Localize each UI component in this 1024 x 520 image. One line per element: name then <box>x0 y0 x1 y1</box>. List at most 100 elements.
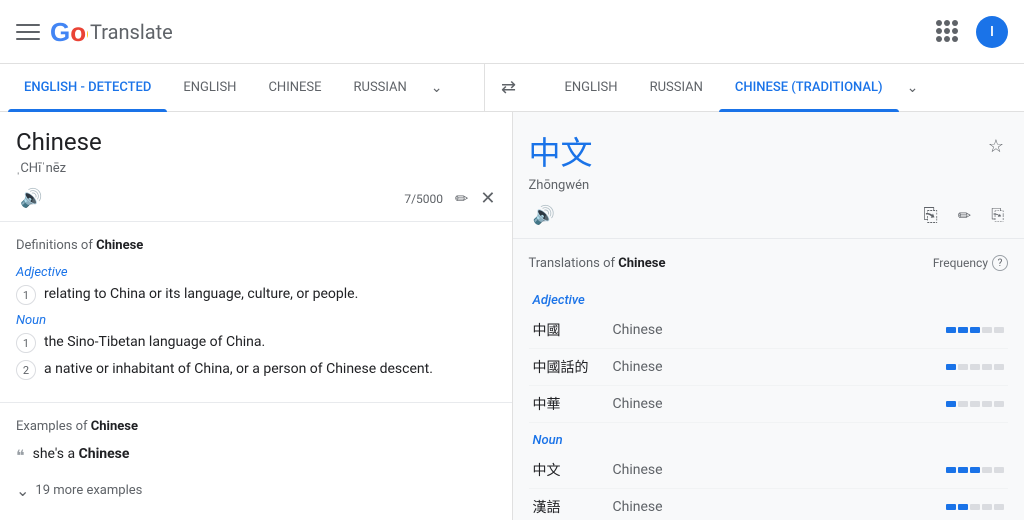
translation-row-zhonghua: 中華 Chinese <box>529 386 1009 423</box>
edit-input-button[interactable]: ✏ <box>451 185 472 213</box>
translation-en-1: Chinese <box>609 312 943 349</box>
tab-english-source[interactable]: ENGLISH <box>167 64 252 112</box>
target-speaker-button[interactable]: 🔊 <box>529 201 559 230</box>
freq-bar <box>946 504 956 510</box>
tab-english-target[interactable]: ENGLISH <box>549 64 634 112</box>
freq-bar-group-5 <box>946 504 1004 510</box>
translation-row-zhongguohuade: 中國話的 Chinese <box>529 349 1009 386</box>
swap-languages-button[interactable]: ⇄ <box>485 77 533 98</box>
freq-bar <box>958 364 968 370</box>
translations-header: Translations of Chinese Frequency ? <box>529 255 1009 271</box>
copy-button[interactable]: ⎘ <box>919 201 941 230</box>
target-phonetic: Zhōngwén <box>529 178 593 193</box>
source-speaker-button[interactable]: 🔊 <box>16 184 46 213</box>
tab-russian-target[interactable]: RUSSIAN <box>634 64 719 112</box>
freq-bar <box>958 327 968 333</box>
examples-title: Examples of Chinese <box>16 419 496 434</box>
target-language-tabs: ENGLISH RUSSIAN CHINESE (TRADITIONAL) ⌄ <box>533 64 1024 112</box>
noun-pos-row: Noun <box>529 423 1009 453</box>
def-text-2: the Sino-Tibetan language of China. <box>44 332 265 353</box>
grid-dot <box>944 20 950 26</box>
tab-english-detected[interactable]: ENGLISH - DETECTED <box>8 64 167 112</box>
translation-en-3: Chinese <box>609 386 943 423</box>
quote-icon: ❝ <box>16 446 25 465</box>
translation-en-5: Chinese <box>609 489 943 520</box>
noun-label: Noun <box>16 313 496 328</box>
frequency-info-icon[interactable]: ? <box>992 255 1008 271</box>
freq-bar <box>982 327 992 333</box>
freq-bar <box>946 327 956 333</box>
grid-dot <box>936 20 942 26</box>
freq-bar <box>970 364 980 370</box>
freq-bar <box>970 467 980 473</box>
freq-bars-1 <box>942 312 1008 349</box>
target-more-languages-button[interactable]: ⌄ <box>899 80 927 96</box>
freq-bar <box>946 401 956 407</box>
copy-icon: ⎘ <box>923 205 937 226</box>
translation-zh-1: 中國 <box>529 312 609 349</box>
share-button[interactable]: ⎘ <box>987 203 1008 229</box>
translation-zh-5: 漢語 <box>529 489 609 520</box>
star-favorite-button[interactable]: ☆ <box>984 132 1008 161</box>
source-phonetic: ˌCHīˈnēz <box>16 160 496 176</box>
freq-bars-2 <box>942 349 1008 386</box>
freq-bar <box>994 401 1004 407</box>
input-area: Chinese ˌCHīˈnēz 🔊 7/5000 ✏ ✕ <box>0 112 512 222</box>
clear-input-button[interactable]: ✕ <box>480 188 495 209</box>
adjective-def-1: 1 relating to China or its language, cul… <box>16 284 496 305</box>
pencil-icon: ✏ <box>455 189 468 209</box>
grid-dot <box>952 20 958 26</box>
freq-bar <box>994 364 1004 370</box>
speaker-icon: 🔊 <box>20 188 42 209</box>
def-num-3: 2 <box>16 360 36 380</box>
tab-russian-source[interactable]: RUSSIAN <box>338 64 423 112</box>
source-more-languages-button[interactable]: ⌄ <box>423 80 451 96</box>
noun-translations-label: Noun <box>529 423 1009 453</box>
freq-bar <box>994 327 1004 333</box>
noun-def-2: 2 a native or inhabitant of China, or a … <box>16 359 496 380</box>
definitions-word: Chinese <box>96 238 143 253</box>
tab-chinese-source[interactable]: CHINESE <box>252 64 337 112</box>
share-icon: ⎘ <box>991 207 1004 225</box>
freq-bars-5 <box>942 489 1008 520</box>
freq-bar <box>970 327 980 333</box>
target-panel: 中文 Zhōngwén ☆ 🔊 ⎘ ✏ <box>513 112 1024 520</box>
output-area: 中文 Zhōngwén ☆ 🔊 ⎘ ✏ <box>513 112 1024 239</box>
grid-dot <box>944 36 950 42</box>
more-examples-button[interactable]: ⌄ 19 more examples <box>16 473 496 508</box>
grid-dot <box>952 36 958 42</box>
freq-bar <box>994 504 1004 510</box>
tab-chinese-traditional-target[interactable]: CHINESE (TRADITIONAL) <box>719 64 899 112</box>
source-panel: Chinese ˌCHīˈnēz 🔊 7/5000 ✏ ✕ <box>0 112 513 520</box>
output-action-icons: ⎘ ✏ ⎘ <box>919 201 1008 230</box>
svg-text:Google: Google <box>50 17 88 47</box>
input-controls-left: 🔊 <box>16 184 46 213</box>
edit-translation-button[interactable]: ✏ <box>954 202 975 230</box>
language-tabs: ENGLISH - DETECTED ENGLISH CHINESE RUSSI… <box>0 64 1024 112</box>
examples-section: Examples of Chinese ❝ she's a Chinese ⌄ … <box>0 402 512 520</box>
adjective-pos-row: Adjective <box>529 283 1009 312</box>
noun-def-1: 1 the Sino-Tibetan language of China. <box>16 332 496 353</box>
translation-row-zhongguo: 中國 Chinese <box>529 312 1009 349</box>
example-item-1: ❝ she's a Chinese <box>16 446 496 465</box>
translation-row-zhongwen: 中文 Chinese <box>529 452 1009 489</box>
menu-icon[interactable] <box>16 20 40 44</box>
avatar[interactable]: I <box>976 16 1008 48</box>
logo: Google Translate <box>48 12 173 52</box>
translation-en-2: Chinese <box>609 349 943 386</box>
definitions-section: Definitions of Chinese Adjective 1 relat… <box>0 222 512 402</box>
apps-grid-icon[interactable] <box>936 20 960 44</box>
freq-bar <box>982 401 992 407</box>
pencil-icon-target: ✏ <box>958 206 971 226</box>
freq-bar <box>958 504 968 510</box>
header: Google Translate I <box>0 0 1024 64</box>
source-language-tabs: ENGLISH - DETECTED ENGLISH CHINESE RUSSI… <box>0 64 485 112</box>
def-num-2: 1 <box>16 333 36 353</box>
adjective-label: Adjective <box>16 265 496 280</box>
grid-dot <box>944 28 950 34</box>
chevron-down-icon: ⌄ <box>16 481 29 500</box>
menu-line-1 <box>16 24 40 26</box>
freq-bar <box>982 504 992 510</box>
freq-bar-group-4 <box>946 467 1004 473</box>
freq-bar <box>958 467 968 473</box>
